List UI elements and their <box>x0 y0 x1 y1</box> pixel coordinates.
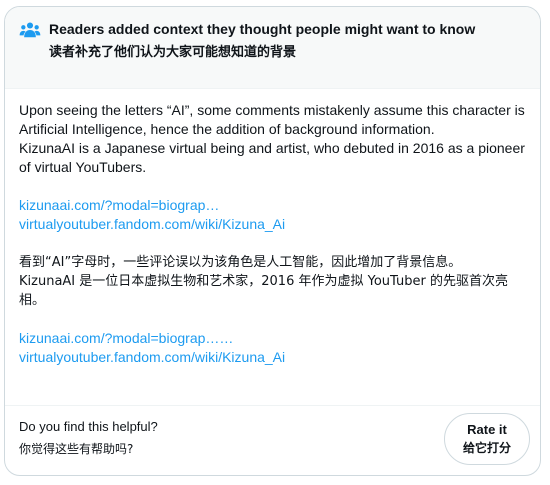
header-row: Readers added context they thought peopl… <box>19 19 526 63</box>
note-header-subtitle: 读者补充了他们认为大家可能想知道的背景 <box>49 45 297 60</box>
note-footer: Do you find this helpful? 你觉得这些有帮助吗? Rat… <box>5 405 540 475</box>
source-link-kizunaai[interactable]: kizunaai.com/?modal=biograp… <box>19 196 526 215</box>
note-paragraph-en-1: Upon seeing the letters “AI”, some comme… <box>19 102 525 137</box>
source-link-fandom[interactable]: virtualyoutuber.fandom.com/wiki/Kizuna_A… <box>19 215 526 234</box>
rate-it-label: Rate it <box>467 422 507 437</box>
note-paragraph-en-2: KizunaAI is a Japanese virtual being and… <box>19 140 525 175</box>
source-link-fandom-2[interactable]: virtualyoutuber.fandom.com/wiki/Kizuna_A… <box>19 348 526 367</box>
note-header-title: Readers added context they thought peopl… <box>49 21 476 37</box>
note-paragraph-cn-1: 看到“AI”字母时，一些评论误以为该角色是人工智能，因此增加了背景信息。 <box>19 255 462 270</box>
community-note-card: Readers added context they thought peopl… <box>4 6 541 476</box>
source-links-en: kizunaai.com/?modal=biograp… virtualyout… <box>19 196 526 234</box>
header-text: Readers added context they thought peopl… <box>49 19 475 63</box>
source-link-kizunaai-2[interactable]: kizunaai.com/?modal=biograp…… <box>19 329 526 348</box>
note-header: Readers added context they thought peopl… <box>5 7 540 89</box>
rate-it-label-cn: 给它打分 <box>462 441 511 455</box>
people-icon <box>19 22 41 38</box>
rate-it-button[interactable]: Rate it 给它打分 <box>444 413 530 465</box>
note-paragraph-cn-2: KizunaAI 是一位日本虚拟生物和艺术家，2016 年作为虚拟 YouTub… <box>19 274 508 308</box>
source-links-cn: kizunaai.com/?modal=biograp…… virtualyou… <box>19 329 526 367</box>
note-body: Upon seeing the letters “AI”, some comme… <box>5 89 540 367</box>
